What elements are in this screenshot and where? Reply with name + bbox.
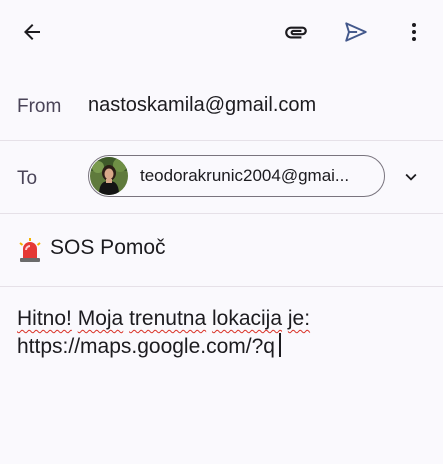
body-word: trenutna [129, 307, 207, 330]
more-options-button[interactable] [394, 12, 434, 52]
arrow-back-icon [24, 24, 40, 40]
send-icon [345, 22, 367, 42]
avatar [90, 157, 128, 195]
body-word: je: [287, 307, 311, 330]
from-address[interactable]: nastoskamila@gmail.com [88, 94, 316, 117]
message-body[interactable]: Hitno! Moja trenutna lokacija je: https:… [17, 305, 427, 361]
top-app-bar [0, 0, 443, 66]
back-button[interactable] [12, 12, 52, 52]
recipient-email: teodorakrunic2004@gmai... [140, 166, 350, 185]
expand-recipients-button[interactable] [396, 162, 426, 192]
body-word: Hitno! [17, 307, 72, 330]
paperclip-icon [285, 26, 307, 39]
attach-button[interactable] [276, 12, 316, 52]
divider [0, 286, 443, 287]
subject-text[interactable]: SOS Pomoč [50, 236, 166, 260]
body-line-1: Hitno! Moja trenutna lokacija je: [17, 305, 427, 333]
chevron-down-icon [405, 173, 417, 181]
body-word: lokacija [211, 307, 283, 330]
send-button[interactable] [336, 12, 376, 52]
from-label: From [17, 96, 62, 117]
body-line-2: https://maps.google.com/?q [17, 333, 427, 361]
body-link-text: https://maps.google.com/?q [17, 335, 275, 358]
recipient-chip[interactable]: teodorakrunic2004@gmai... [88, 155, 385, 197]
text-cursor [278, 333, 281, 357]
to-label: To [17, 168, 38, 189]
body-word: Moja [77, 307, 124, 330]
from-field-row[interactable]: From nastoskamila@gmail.com [0, 74, 443, 140]
more-vert-icon [412, 23, 416, 41]
subject-field-row[interactable]: SOS Pomoč [0, 214, 443, 286]
to-field-row[interactable]: To teodorakrunic2004@gmai... [0, 141, 443, 213]
siren-icon [19, 238, 41, 262]
